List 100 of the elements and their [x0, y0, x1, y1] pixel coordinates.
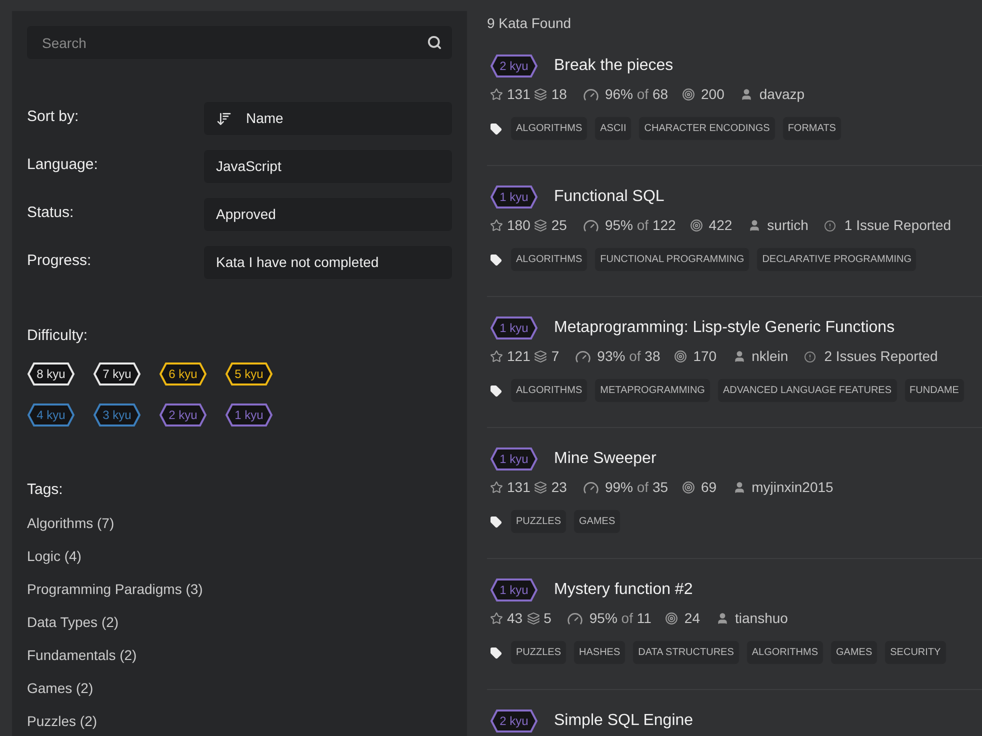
difficulty-badge[interactable]: 7 kyu — [93, 362, 141, 386]
issue-icon — [824, 220, 836, 232]
target-icon — [682, 88, 696, 101]
kata-tag[interactable]: SECURITY — [885, 641, 946, 664]
kata-tag[interactable]: GAMES — [831, 641, 878, 664]
kata-title[interactable]: Mine Sweeper — [554, 447, 656, 471]
rank-badge[interactable]: 1 kyu — [490, 316, 538, 340]
kata-title[interactable]: Simple SQL Engine — [554, 709, 694, 733]
star-icon — [490, 612, 503, 625]
filter-select[interactable]: Name — [204, 102, 452, 135]
kata-tag[interactable]: DATA STRUCTURES — [633, 641, 739, 664]
tag-filter-link[interactable]: Logic (4) — [27, 546, 82, 567]
kata-tag[interactable]: ALGORITHMS — [511, 379, 588, 402]
rank-badge[interactable]: 1 kyu — [490, 578, 538, 602]
filter-select[interactable]: Kata I have not completed — [204, 246, 452, 279]
kata-title[interactable]: Mystery function #2 — [554, 578, 693, 602]
tag-filter-link[interactable]: Programming Paradigms (3) — [27, 579, 203, 600]
layers-icon — [534, 481, 548, 494]
kata-tag[interactable]: PUZZLES — [511, 641, 566, 664]
layers-icon — [534, 219, 548, 232]
filter-select[interactable]: Approved — [204, 198, 452, 231]
target-icon — [690, 219, 703, 232]
user-icon — [732, 350, 746, 363]
kata-tag[interactable]: ALGORITHMS — [746, 641, 824, 664]
collections-count: 5 — [544, 609, 552, 628]
tag-icon — [490, 254, 502, 266]
tag-icon — [490, 122, 502, 134]
target-icon — [674, 350, 688, 363]
layers-icon — [526, 612, 540, 625]
completions-count: 69 — [701, 478, 717, 497]
user-icon — [748, 219, 762, 232]
gauge-icon — [567, 610, 584, 626]
kata-title[interactable]: Break the pieces — [554, 54, 674, 78]
satisfaction-rating: 95% of 11 — [589, 609, 652, 628]
issue-icon — [804, 350, 816, 362]
author-link[interactable]: tianshuo — [735, 608, 788, 629]
difficulty-badge[interactable]: 4 kyu — [27, 402, 75, 426]
target-icon — [665, 612, 678, 625]
filter-label: Progress: — [27, 251, 92, 271]
difficulty-badge[interactable]: 1 kyu — [225, 402, 273, 426]
gauge-icon — [582, 480, 599, 496]
author-link[interactable]: myjinxin2015 — [752, 477, 834, 498]
satisfaction-rating: 99% of 35 — [604, 478, 668, 497]
filter-select[interactable]: JavaScript — [204, 150, 452, 183]
rank-badge[interactable]: 2 kyu — [490, 54, 538, 78]
rank-badge[interactable]: 1 kyu — [490, 185, 538, 209]
kata-title[interactable]: Metaprogramming: Lisp-style Generic Functions — [554, 316, 895, 340]
star-icon — [490, 350, 503, 363]
target-icon — [682, 481, 696, 494]
tag-filter-link[interactable]: Games (2) — [27, 678, 94, 699]
tags-label: Tags: — [27, 480, 64, 500]
collections-count: 25 — [551, 216, 567, 235]
kata-tag[interactable]: METAPROGRAMMING — [595, 379, 710, 402]
tag-filter-link[interactable]: Algorithms (7) — [27, 513, 114, 534]
satisfaction-rating: 95% of 122 — [604, 216, 676, 235]
kata-tag[interactable]: HASHES — [574, 641, 626, 664]
difficulty-badge[interactable]: 6 kyu — [159, 362, 207, 386]
difficulty-badge[interactable]: 8 kyu — [27, 362, 75, 386]
layers-icon — [534, 88, 548, 101]
issues-link[interactable]: 1 Issue Reported — [844, 215, 952, 236]
author-link[interactable]: surtich — [767, 215, 808, 236]
gauge-icon — [575, 348, 592, 364]
kata-tag[interactable]: ADVANCED LANGUAGE FEATURES — [718, 379, 897, 402]
author-link[interactable]: nklein — [752, 346, 788, 367]
difficulty-badge[interactable]: 3 kyu — [93, 402, 141, 426]
stars-count: 131 — [507, 478, 530, 497]
kata-tag[interactable]: ASCII — [595, 117, 632, 140]
completions-count: 422 — [708, 216, 732, 235]
filter-label: Language: — [27, 155, 99, 175]
kata-tag[interactable]: PUZZLES — [511, 510, 566, 533]
tag-filter-link[interactable]: Puzzles (2) — [27, 711, 98, 732]
rank-badge[interactable]: 1 kyu — [490, 447, 538, 471]
filter-label: Status: — [27, 203, 75, 223]
tag-filter-link[interactable]: Fundamentals (2) — [27, 645, 137, 666]
rank-badge[interactable]: 2 kyu — [490, 709, 538, 733]
kata-title[interactable]: Functional SQL — [554, 185, 664, 209]
collections-count: 7 — [551, 347, 560, 366]
kata-tag[interactable]: CHARACTER ENCODINGS — [639, 117, 775, 140]
tag-icon — [490, 384, 502, 396]
issues-link[interactable]: 2 Issues Reported — [824, 346, 938, 367]
user-icon — [732, 481, 746, 494]
kata-tag[interactable]: FUNCTIONAL PROGRAMMING — [595, 248, 750, 271]
gauge-icon — [582, 218, 599, 234]
kata-tag[interactable]: FUNDAME — [904, 379, 964, 402]
kata-tag[interactable]: FORMATS — [782, 117, 841, 140]
kata-tag[interactable]: GAMES — [574, 510, 620, 533]
tag-filter-link[interactable]: Data Types (2) — [27, 612, 119, 633]
collections-count: 23 — [551, 478, 567, 497]
completions-count: 170 — [693, 347, 717, 366]
user-icon — [716, 612, 729, 625]
author-link[interactable]: davazp — [759, 84, 805, 105]
difficulty-badge[interactable]: 5 kyu — [225, 362, 273, 386]
kata-tag[interactable]: DECLARATIVE PROGRAMMING — [757, 248, 916, 271]
difficulty-label: Difficulty: — [27, 326, 89, 346]
search-field[interactable]: Search — [27, 26, 452, 59]
kata-tag[interactable]: ALGORITHMS — [511, 117, 588, 140]
kata-tag[interactable]: ALGORITHMS — [511, 248, 588, 271]
search-icon[interactable] — [427, 35, 442, 50]
results-count: 9 Kata Found — [487, 14, 572, 33]
difficulty-badge[interactable]: 2 kyu — [159, 402, 207, 426]
